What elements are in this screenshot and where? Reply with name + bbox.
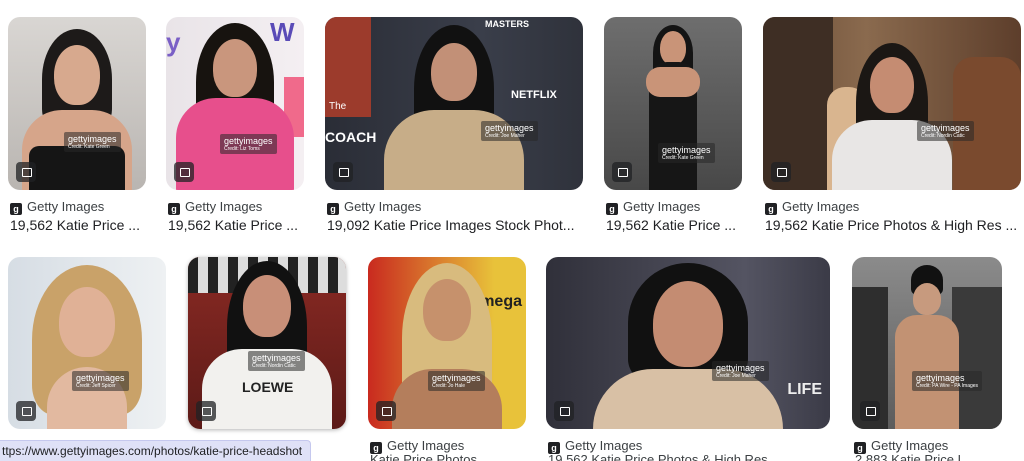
image-icon: [16, 162, 36, 182]
image-icon: [16, 401, 36, 421]
image-icon: [554, 401, 574, 421]
getty-logo-icon: g: [606, 203, 618, 215]
getty-watermark: gettyimages Credit: Kate Green: [658, 143, 715, 163]
source-label: g Getty Images: [168, 199, 262, 215]
getty-watermark: gettyimages Credit: Liz Toms: [220, 134, 277, 154]
result-thumbnail[interactable]: y W gettyimages Credit: Liz Toms: [166, 17, 304, 190]
result-thumbnail[interactable]: gettyimages Credit: Kate Green: [8, 17, 146, 190]
result-title-clipped[interactable]: Katie Price Photos...: [370, 452, 510, 461]
backdrop-text: The: [329, 101, 347, 112]
backdrop-text: LIFE: [787, 381, 822, 398]
getty-logo-icon: g: [10, 203, 22, 215]
result-thumbnail[interactable]: gettyimages Credit: Nordin Catic: [763, 17, 1021, 190]
result-card[interactable]: gettyimages Credit: Kate Green g Getty Ima…: [8, 17, 146, 235]
result-card[interactable]: mega gettyimages Credit: Jo Hale g Getty I…: [368, 257, 526, 461]
image-icon: [333, 162, 353, 182]
result-thumbnail[interactable]: gettyimages Credit: PA Wire - PA Images: [852, 257, 1002, 429]
result-title[interactable]: 19,562 Katie Price Photos & High Res ...: [765, 217, 1021, 233]
result-thumbnail[interactable]: gettyimages Credit: Jeff Spicer: [8, 257, 166, 429]
result-card[interactable]: gettyimages Credit: Nordin Catic g Getty I…: [763, 17, 1021, 235]
result-card[interactable]: gettyimages Credit: Jeff Spicer: [8, 257, 166, 461]
getty-watermark: gettyimages Credit: Joe Maher: [712, 361, 769, 381]
backdrop-text: COACH: [325, 129, 377, 145]
result-thumbnail[interactable]: LIFE gettyimages Credit: Joe Maher: [546, 257, 830, 429]
source-label: g Getty Images: [327, 199, 421, 215]
result-card[interactable]: gettyimages Credit: Kate Green g Getty Ima…: [604, 17, 742, 235]
result-thumbnail[interactable]: The COACH MASTERS NETFLIX gettyimages Cre…: [325, 17, 583, 190]
result-card[interactable]: y W gettyimages Credit: Liz Toms g Getty I…: [166, 17, 304, 235]
getty-logo-icon: g: [168, 203, 180, 215]
source-label: g Getty Images: [606, 199, 700, 215]
result-title-clipped[interactable]: 19,562 Katie Price Photos & High Res ...: [548, 452, 788, 461]
result-card[interactable]: LOEWE gettyimages Credit: Nordin Catic: [188, 257, 346, 461]
result-title-clipped[interactable]: 2,883 Katie Price L...: [855, 452, 995, 461]
image-icon: [174, 162, 194, 182]
result-card[interactable]: The COACH MASTERS NETFLIX gettyimages Cre…: [325, 17, 583, 235]
image-icon: [860, 401, 880, 421]
image-icon: [612, 162, 632, 182]
result-card[interactable]: gettyimages Credit: PA Wire - PA Images g…: [852, 257, 1002, 461]
image-icon: [196, 401, 216, 421]
getty-watermark: gettyimages Credit: Nordin Catic: [917, 121, 974, 141]
shirt-text: LOEWE: [242, 379, 294, 395]
backdrop-text: MASTERS: [485, 19, 530, 29]
getty-watermark: gettyimages Credit: Jo Hale: [428, 371, 485, 391]
getty-watermark: gettyimages Credit: Nordin Catic: [248, 351, 305, 371]
result-thumbnail[interactable]: gettyimages Credit: Kate Green: [604, 17, 742, 190]
image-icon: [771, 162, 791, 182]
source-label: g Getty Images: [10, 199, 104, 215]
result-title[interactable]: 19,562 Katie Price ...: [606, 217, 746, 233]
source-label: g Getty Images: [765, 199, 859, 215]
getty-watermark: gettyimages Credit: PA Wire - PA Images: [912, 371, 983, 391]
result-title[interactable]: 19,092 Katie Price Images Stock Phot...: [327, 217, 583, 233]
getty-logo-icon: g: [327, 203, 339, 215]
link-status-bar: ttps://www.gettyimages.com/photos/katie-…: [0, 440, 312, 461]
getty-watermark: gettyimages Credit: Joe Maher: [481, 121, 538, 141]
result-title[interactable]: 19,562 Katie Price ...: [10, 217, 150, 233]
image-icon: [376, 401, 396, 421]
getty-watermark: gettyimages Credit: Jeff Spicer: [72, 371, 129, 391]
backdrop-text: NETFLIX: [511, 89, 557, 101]
result-thumbnail[interactable]: LOEWE gettyimages Credit: Nordin Catic: [188, 257, 346, 429]
result-title[interactable]: 19,562 Katie Price ...: [168, 217, 308, 233]
getty-logo-icon: g: [765, 203, 777, 215]
result-card[interactable]: LIFE gettyimages Credit: Joe Maher g Getty…: [546, 257, 830, 461]
result-thumbnail[interactable]: mega gettyimages Credit: Jo Hale: [368, 257, 526, 429]
getty-watermark: gettyimages Credit: Kate Green: [64, 132, 121, 152]
